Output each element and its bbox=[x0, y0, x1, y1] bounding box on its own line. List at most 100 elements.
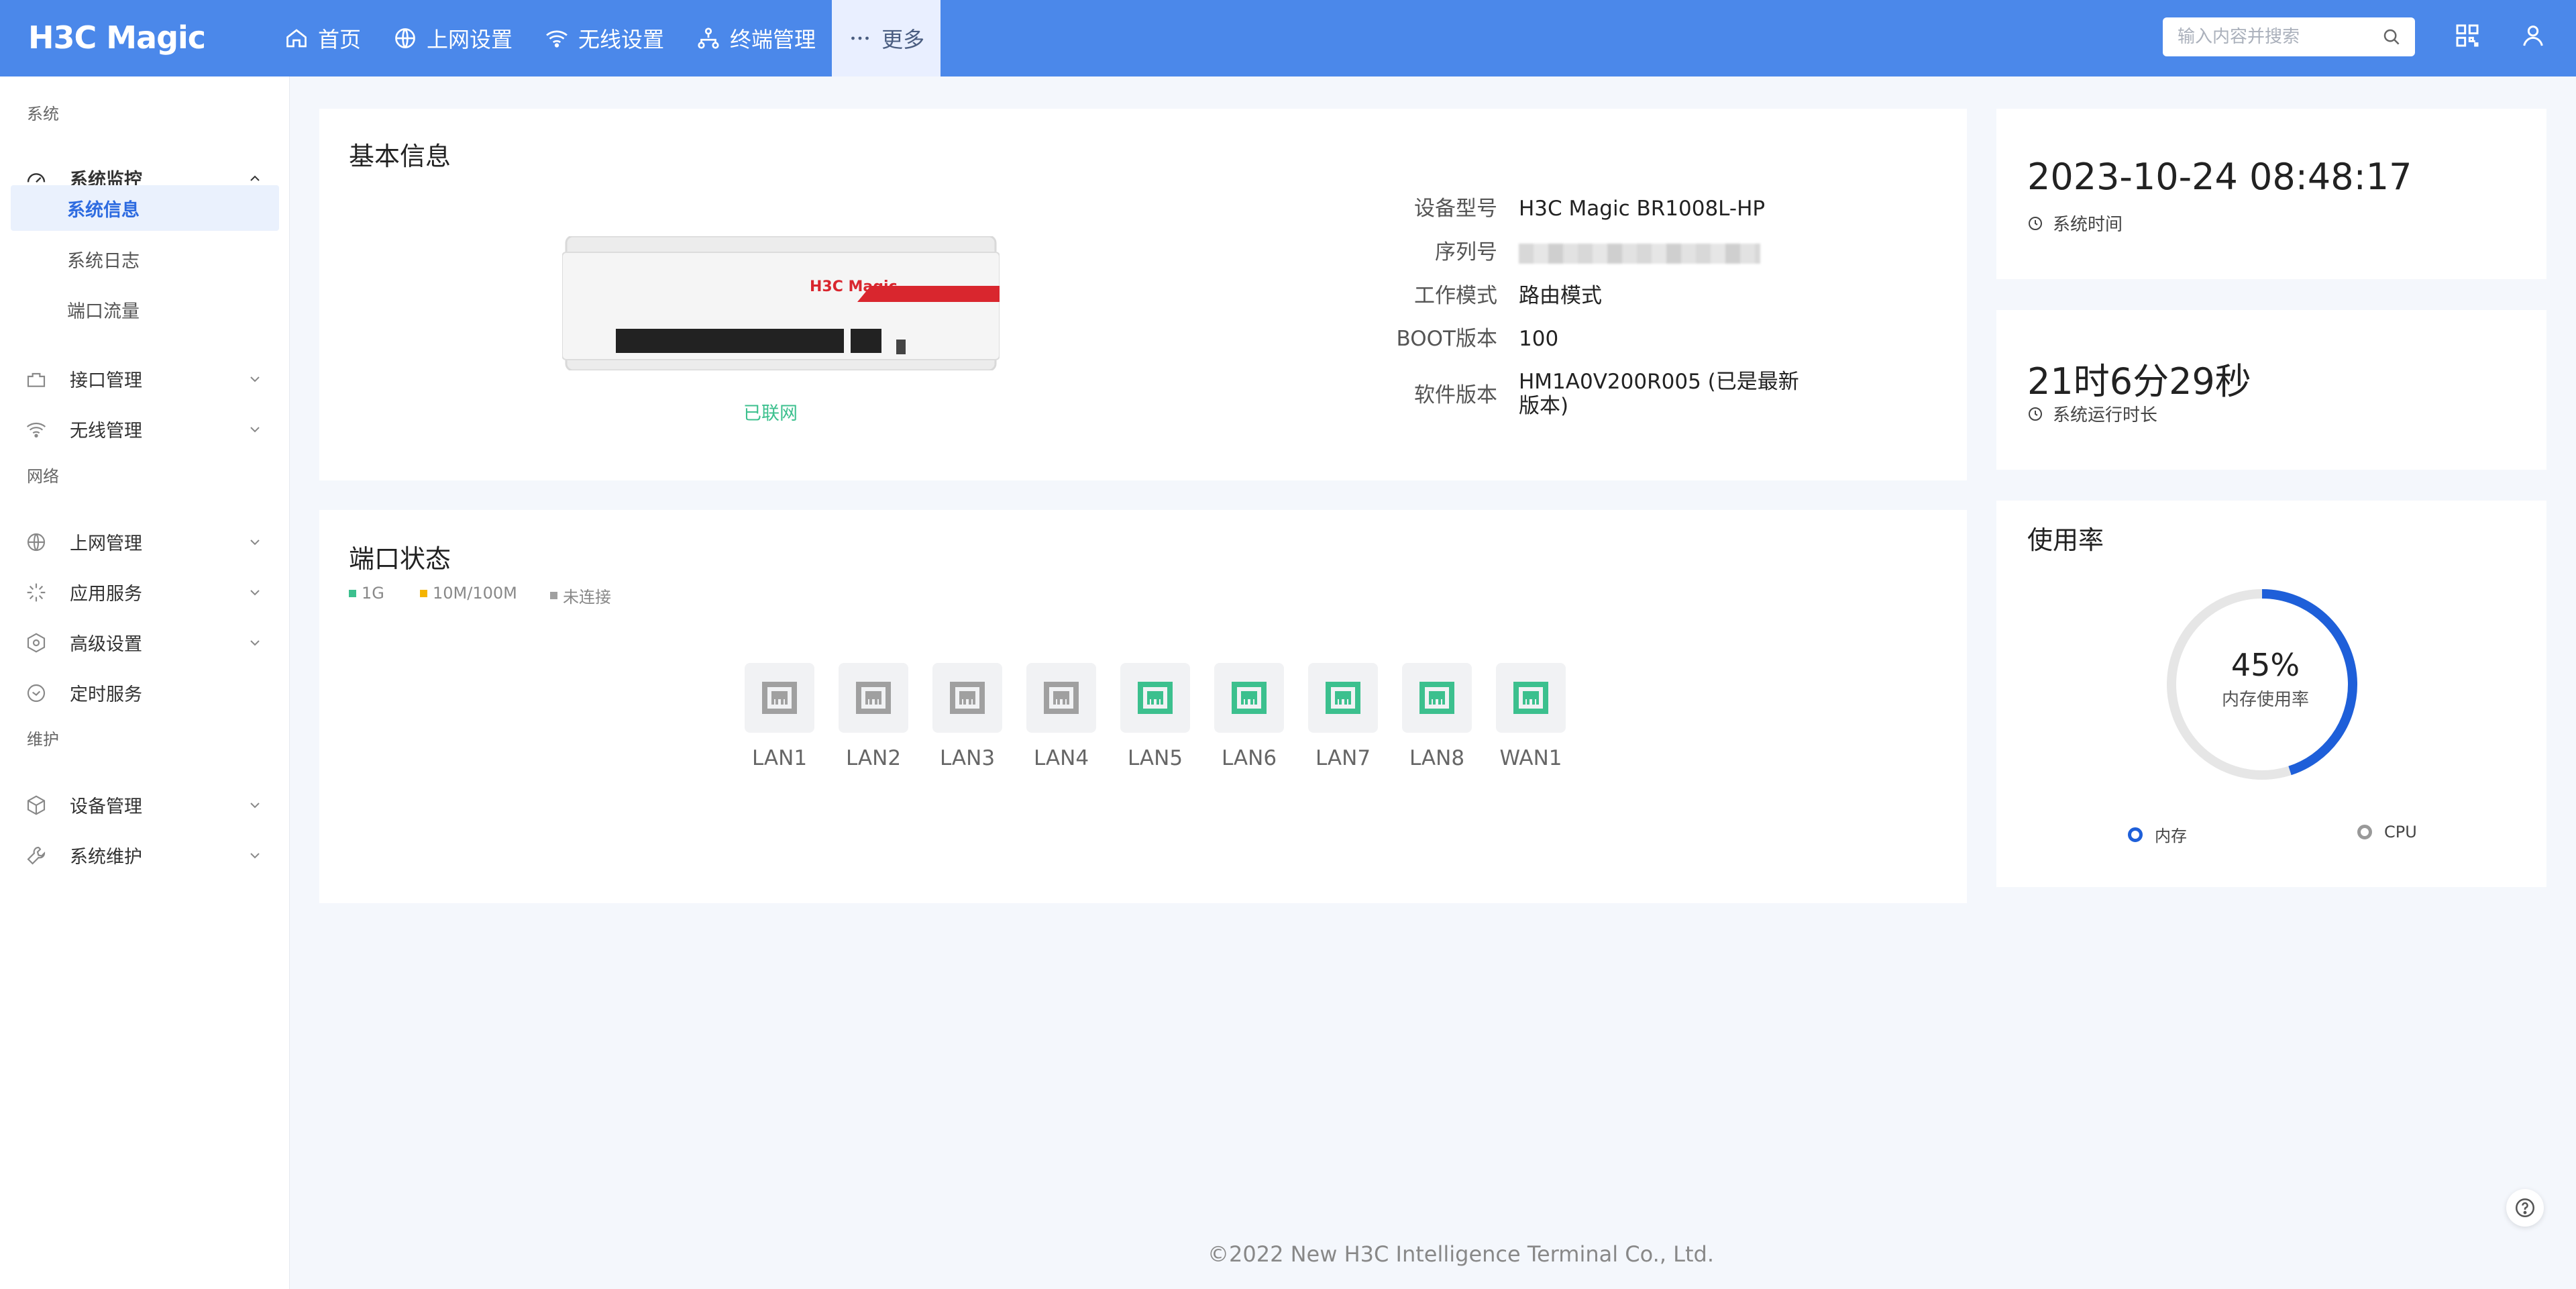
usage-percent: 45% bbox=[2231, 647, 2300, 683]
cube-icon bbox=[27, 795, 46, 815]
ethernet-port-icon bbox=[1232, 682, 1267, 714]
basic-info-title: 基本信息 bbox=[349, 142, 451, 171]
usage-title: 使用率 bbox=[2027, 525, 2104, 555]
uptime-value: 21时6分29秒 bbox=[2027, 360, 2251, 403]
device-status-text: 已联网 bbox=[743, 403, 798, 424]
system-time-label: 系统时间 bbox=[2027, 211, 2123, 236]
port-lan5[interactable] bbox=[1120, 663, 1190, 733]
sidebar-item-app-services[interactable]: 应用服务 bbox=[11, 571, 279, 613]
radio-selected-icon bbox=[2128, 827, 2143, 842]
sidebar-item-advanced-settings[interactable]: 高级设置 bbox=[11, 621, 279, 663]
globe-icon bbox=[27, 533, 46, 552]
sidebar-item-interface-management[interactable]: 接口管理 bbox=[11, 358, 279, 399]
clock-icon bbox=[27, 684, 46, 703]
ethernet-port-icon bbox=[856, 682, 891, 714]
sidebar-item-internet-management[interactable]: 上网管理 bbox=[11, 521, 279, 562]
sidebar-sub-system-log[interactable]: 系统日志 bbox=[11, 236, 279, 282]
ethernet-port-icon bbox=[950, 682, 985, 714]
port-status-card: 端口状态 1G 10M/100M 未连接 LAN1 LAN2 LAN3 LAN4 LAN… bbox=[319, 510, 1967, 903]
chevron-down-icon bbox=[250, 539, 260, 546]
wifi-icon bbox=[26, 422, 46, 437]
nav-terminal-management[interactable]: 终端管理 bbox=[680, 0, 832, 76]
chevron-down-icon bbox=[250, 427, 260, 433]
globe-icon bbox=[395, 28, 415, 48]
hexagon-gear-icon bbox=[27, 633, 46, 653]
chevron-up-icon bbox=[250, 175, 260, 181]
search-box bbox=[2163, 17, 2415, 56]
port-label: LAN3 bbox=[939, 746, 996, 770]
sidebar-item-wireless-management[interactable]: 无线管理 bbox=[11, 408, 279, 450]
nav-home[interactable]: 首页 bbox=[268, 0, 377, 76]
clock-icon bbox=[2029, 407, 2042, 421]
home-icon bbox=[286, 29, 307, 48]
chevron-down-icon bbox=[250, 640, 260, 646]
port-label: LAN2 bbox=[845, 746, 902, 770]
port-label: LAN1 bbox=[751, 746, 808, 770]
port-lan7[interactable] bbox=[1308, 663, 1378, 733]
help-button[interactable] bbox=[2506, 1189, 2544, 1227]
serial-redacted bbox=[1519, 244, 1760, 264]
brand-logo[interactable]: H3C Magic bbox=[28, 19, 206, 56]
port-lan2[interactable] bbox=[839, 663, 908, 733]
nav-wireless-settings[interactable]: 无线设置 bbox=[529, 0, 680, 76]
clock-icon bbox=[2029, 216, 2042, 230]
ethernet-port-icon bbox=[1138, 682, 1173, 714]
sidebar-section-system: 系统 bbox=[27, 105, 59, 123]
sidebar-item-system-maintenance[interactable]: 系统维护 bbox=[11, 834, 279, 876]
top-bar: H3C Magic 首页 上网设置 无线设置 终端管理 更多 bbox=[0, 0, 2576, 76]
port-icon bbox=[27, 372, 46, 387]
sidebar-section-maintenance: 维护 bbox=[27, 730, 59, 749]
basic-info-card: 基本信息 H3C Magic 已联网 设备型号 H3C Magic BR1008… bbox=[319, 109, 1967, 480]
router-device-image: H3C Magic bbox=[561, 235, 1000, 372]
port-lan8[interactable] bbox=[1402, 663, 1472, 733]
legend-cpu[interactable]: CPU bbox=[2357, 823, 2417, 841]
sidebar-section-network: 网络 bbox=[27, 467, 59, 486]
qr-code-icon[interactable] bbox=[2454, 22, 2481, 49]
sidebar-sub-system-info[interactable]: 系统信息 bbox=[11, 185, 279, 231]
top-nav: 首页 上网设置 无线设置 终端管理 更多 bbox=[268, 0, 941, 76]
usage-center-label: 内存使用率 bbox=[2221, 690, 2309, 710]
chevron-down-icon bbox=[250, 590, 260, 596]
device-brand-label: H3C Magic bbox=[810, 278, 898, 295]
port-label: LAN7 bbox=[1315, 746, 1371, 770]
port-lan3[interactable] bbox=[932, 663, 1002, 733]
port-label: LAN4 bbox=[1033, 746, 1089, 770]
port-status-title: 端口状态 bbox=[349, 544, 451, 574]
port-lan1[interactable] bbox=[745, 663, 814, 733]
memory-usage-ring bbox=[2167, 589, 2357, 780]
port-lan4[interactable] bbox=[1026, 663, 1096, 733]
legend-disconnected: 未连接 bbox=[550, 584, 611, 607]
sidebar: 系统 系统监控 系统信息 系统日志 端口流量 接口管理 无线管理 网络 上网管理… bbox=[0, 76, 290, 1289]
legend-memory[interactable]: 内存 bbox=[2128, 823, 2187, 846]
radio-unselected-icon bbox=[2357, 825, 2372, 839]
port-label: LAN5 bbox=[1127, 746, 1183, 770]
sidebar-item-scheduled-services[interactable]: 定时服务 bbox=[11, 672, 279, 713]
footer-copyright: ©2022 New H3C Intelligence Terminal Co.,… bbox=[1208, 1241, 1715, 1267]
wifi-icon bbox=[546, 30, 568, 48]
system-time-card: 2023-10-24 08:48:17 系统时间 bbox=[1996, 109, 2546, 279]
nav-more[interactable]: 更多 bbox=[832, 0, 941, 76]
ethernet-port-icon bbox=[1326, 682, 1360, 714]
legend-10m-100m: 10M/100M bbox=[420, 584, 517, 603]
network-tree-icon bbox=[698, 28, 719, 49]
uptime-label: 系统运行时长 bbox=[2027, 401, 2157, 426]
search-icon[interactable] bbox=[2381, 27, 2402, 47]
chevron-down-icon bbox=[250, 803, 260, 809]
usage-card: 使用率 45% 内存使用率 内存 CPU bbox=[1996, 501, 2546, 887]
wrench-icon bbox=[27, 846, 46, 865]
chevron-down-icon bbox=[250, 853, 260, 859]
user-icon[interactable] bbox=[2520, 22, 2546, 49]
search-input[interactable] bbox=[2163, 17, 2364, 56]
port-lan6[interactable] bbox=[1214, 663, 1284, 733]
apps-icon bbox=[27, 583, 46, 602]
port-wan1[interactable] bbox=[1496, 663, 1566, 733]
chevron-down-icon bbox=[250, 376, 260, 382]
more-icon bbox=[851, 36, 869, 40]
sidebar-item-device-management[interactable]: 设备管理 bbox=[11, 784, 279, 825]
ethernet-port-icon bbox=[1419, 682, 1454, 714]
system-time-value: 2023-10-24 08:48:17 bbox=[2027, 156, 2412, 198]
sidebar-sub-port-traffic[interactable]: 端口流量 bbox=[11, 287, 279, 332]
port-label: LAN8 bbox=[1409, 746, 1465, 770]
ethernet-port-icon bbox=[762, 682, 797, 714]
nav-internet-settings[interactable]: 上网设置 bbox=[377, 0, 529, 76]
